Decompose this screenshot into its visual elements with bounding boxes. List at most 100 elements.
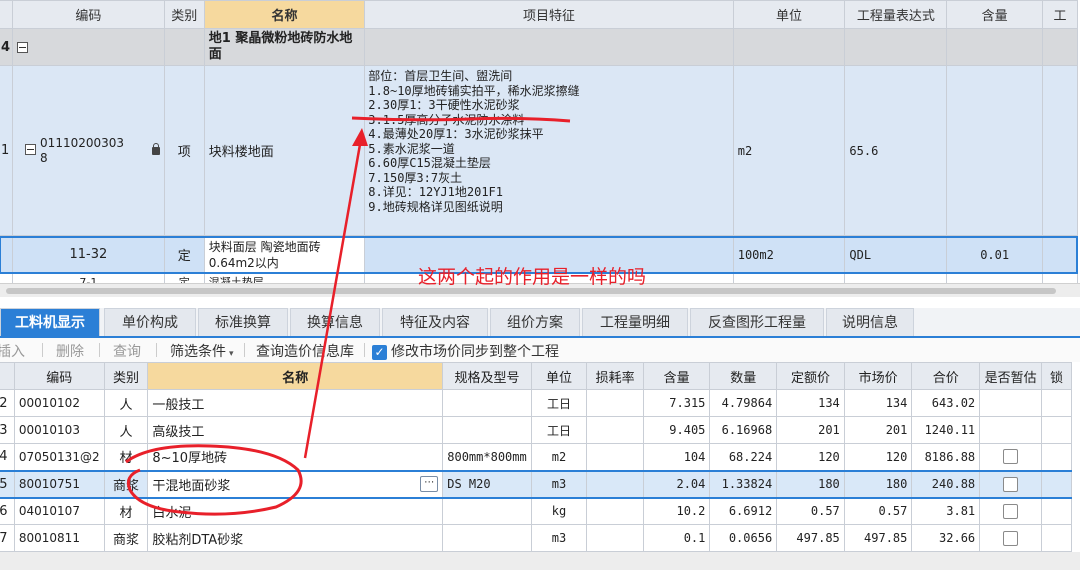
resource-loss[interactable] — [586, 469, 644, 499]
lock-cell[interactable] — [1041, 497, 1072, 525]
bill-item-row[interactable]: 1 01110200303 8 项 块料楼地面 部位：首层卫生间、盥洗间 1.8… — [0, 65, 1078, 236]
estimate-checkbox[interactable] — [1003, 476, 1019, 492]
resource-loss[interactable] — [586, 524, 644, 552]
resource-quantity[interactable]: 6.16968 — [709, 416, 778, 444]
col-header-lock[interactable]: 锁 — [1041, 362, 1072, 390]
col-header-type[interactable]: 类别 — [163, 0, 205, 29]
col-header-market-price[interactable]: 市场价 — [843, 362, 913, 390]
resource-type[interactable]: 材 — [103, 443, 149, 471]
col-header-quantity[interactable]: 数量 — [709, 362, 778, 390]
estimate-checkbox[interactable] — [1003, 530, 1019, 546]
resource-total[interactable]: 3.81 — [911, 497, 981, 525]
tab-features[interactable]: 特征及内容 — [382, 308, 488, 336]
query-button[interactable]: 查询 — [113, 341, 141, 361]
resource-spec[interactable] — [442, 524, 532, 552]
resource-loss[interactable] — [586, 416, 644, 444]
resource-total[interactable]: 240.88 — [911, 469, 981, 499]
resource-quota-price[interactable]: 120 — [776, 443, 845, 471]
resource-market-price[interactable]: 201 — [843, 416, 913, 444]
estimate-checkbox[interactable] — [1003, 503, 1019, 519]
resource-spec[interactable] — [442, 416, 532, 444]
resource-code[interactable]: 00010102 — [13, 389, 105, 417]
resource-loss[interactable] — [586, 443, 644, 471]
resource-code[interactable]: 80010811 — [13, 524, 105, 552]
resource-market-price[interactable]: 180 — [843, 469, 913, 499]
col-header-code[interactable]: 编码 — [13, 362, 105, 390]
resource-name[interactable]: 白水泥 — [147, 497, 444, 525]
item-expr[interactable]: 65.6 — [844, 65, 948, 236]
resource-total[interactable]: 1240.11 — [911, 416, 981, 444]
more-options-button[interactable]: ⋯ — [420, 475, 439, 492]
resource-name[interactable]: 一般技工 — [147, 389, 444, 417]
resource-content[interactable]: 7.315 — [642, 389, 711, 417]
resource-row[interactable]: 6 04010107 材白水泥 kg 10.2 6.6912 0.57 0.57 3.81 — [0, 497, 1072, 525]
tab-quantity-detail[interactable]: 工程量明细 — [582, 308, 688, 336]
quota-code[interactable]: 11-32 — [12, 235, 165, 274]
resource-row[interactable]: 4 07050131@2 材 8~10厚地砖 800mm*800mm m2 104 68.22… — [0, 443, 1072, 471]
resource-market-price[interactable]: 134 — [843, 389, 913, 417]
resource-spec[interactable] — [442, 497, 532, 525]
lock-cell[interactable] — [1041, 416, 1072, 444]
col-header-estimate[interactable]: 是否暂估 — [979, 362, 1043, 390]
item-unit[interactable]: m2 — [732, 65, 846, 236]
col-header-total[interactable]: 合价 — [911, 362, 981, 390]
tab-unit-price[interactable]: 单价构成 — [104, 308, 196, 336]
checkbox-checked-icon[interactable]: ✓ — [372, 344, 387, 360]
resource-row[interactable]: 3 00010103 人高级技工 工日 9.405 6.16968 201 201 1240.1… — [0, 416, 1072, 444]
col-header-spec[interactable]: 规格及型号 — [442, 362, 532, 390]
col-header-code[interactable]: 编码 — [12, 0, 165, 29]
resource-quota-price[interactable]: 201 — [776, 416, 845, 444]
lookup-price-db-button[interactable]: 查询造价信息库 — [256, 341, 354, 361]
col-header-loss[interactable]: 损耗率 — [586, 362, 644, 390]
estimate-checkbox-cell[interactable] — [979, 389, 1043, 417]
resource-unit[interactable]: 工日 — [530, 416, 588, 444]
sync-market-price-toggle[interactable]: ✓ 修改市场价同步到整个工程 — [372, 341, 559, 361]
resource-content[interactable]: 104 — [642, 443, 711, 471]
collapse-icon[interactable] — [25, 143, 37, 155]
resource-name[interactable]: 高级技工 — [147, 416, 444, 444]
section-row[interactable]: 4 地1 聚晶微粉地砖防水地面 — [0, 28, 1078, 66]
section-name[interactable]: 地1 聚晶微粉地砖防水地面 — [203, 28, 366, 66]
resource-content[interactable]: 0.1 — [642, 524, 711, 552]
resource-quota-price[interactable]: 134 — [776, 389, 845, 417]
resource-quantity[interactable]: 0.0656 — [709, 524, 778, 552]
resource-quantity[interactable]: 68.224 — [709, 443, 778, 471]
quota-content[interactable]: 0.01 — [946, 235, 1044, 274]
resource-type[interactable]: 商浆 — [103, 524, 149, 552]
tab-reverse-lookup[interactable]: 反查图形工程量 — [690, 308, 824, 336]
tab-conversion-info[interactable]: 换算信息 — [290, 308, 380, 336]
col-header-name[interactable]: 名称 — [147, 362, 444, 390]
estimate-checkbox-cell[interactable] — [979, 443, 1043, 471]
resource-code[interactable]: 07050131@2 — [13, 443, 105, 471]
resource-quantity[interactable]: 1.33824 — [709, 469, 778, 499]
resource-spec[interactable]: 800mm*800mm — [442, 443, 532, 471]
bottom-scrollbar[interactable] — [0, 552, 1080, 570]
resource-row[interactable]: 7 80010811 商浆 胶粘剂DTA砂浆 m3 0.1 0.0656 497.85 497.… — [0, 524, 1072, 552]
resource-market-price[interactable]: 0.57 — [843, 497, 913, 525]
estimate-checkbox[interactable] — [1003, 449, 1019, 465]
tab-pricing-scheme[interactable]: 组价方案 — [490, 308, 580, 336]
resource-unit[interactable]: 工日 — [530, 389, 588, 417]
partial-name[interactable]: 混凝土垫层 — [203, 273, 366, 283]
resource-code[interactable]: 00010103 — [13, 416, 105, 444]
resource-quota-price[interactable]: 0.57 — [776, 497, 845, 525]
resource-content[interactable]: 10.2 — [642, 497, 711, 525]
col-header-content[interactable]: 含量 — [642, 362, 711, 390]
item-features[interactable]: 部位：首层卫生间、盥洗间 1.8~10厚地砖铺实拍平，稀水泥浆擦缝 2.30厚1… — [364, 65, 734, 236]
lock-cell[interactable] — [1041, 389, 1072, 417]
delete-button[interactable]: 删除 — [56, 341, 84, 361]
tab-resources[interactable]: 工料机显示 — [0, 308, 100, 336]
resource-total[interactable]: 8186.88 — [911, 443, 981, 471]
lock-cell[interactable] — [1041, 443, 1072, 471]
resource-loss[interactable] — [586, 389, 644, 417]
resource-market-price[interactable]: 497.85 — [843, 524, 913, 552]
col-header-features[interactable]: 项目特征 — [364, 0, 734, 29]
resource-quantity[interactable]: 6.6912 — [709, 497, 778, 525]
quota-expr[interactable]: QDL — [844, 235, 948, 274]
estimate-checkbox-cell[interactable] — [979, 469, 1043, 499]
col-header-type[interactable]: 类别 — [103, 362, 149, 390]
item-type[interactable]: 项 — [163, 65, 205, 236]
resource-row[interactable]: 2 00010102 人一般技工 工日 7.315 4.79864 134 134 643.02 — [0, 389, 1072, 417]
quota-unit[interactable]: 100m2 — [732, 235, 846, 274]
resource-quota-price[interactable]: 497.85 — [776, 524, 845, 552]
